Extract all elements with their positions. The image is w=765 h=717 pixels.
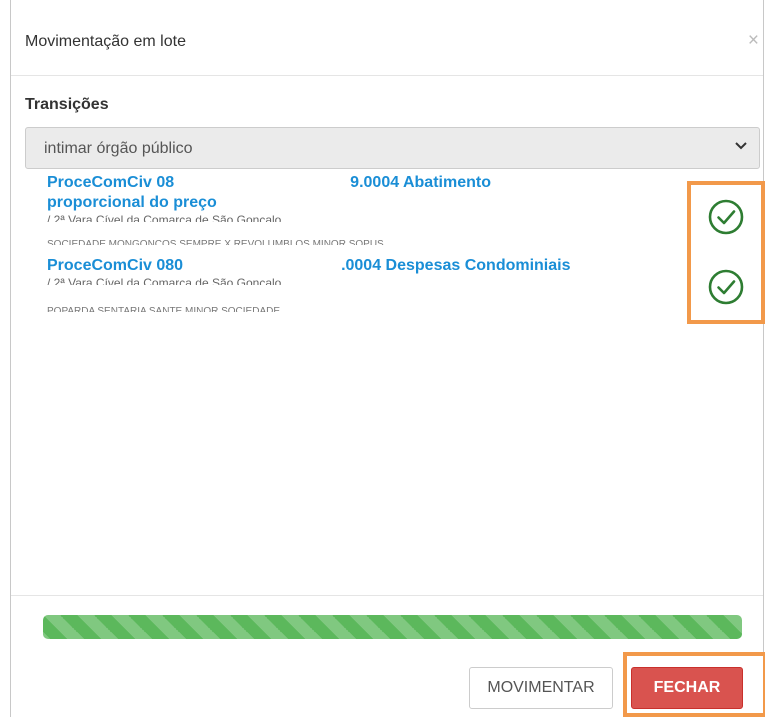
movimentar-button[interactable]: MOVIMENTAR xyxy=(469,667,613,709)
process-court: / 2ª Vara Cível da Comarca de São Gonçal… xyxy=(47,213,282,222)
transition-select-value: intimar órgão público xyxy=(44,140,193,157)
process-court: / 2ª Vara Cível da Comarca de São Gonçal… xyxy=(47,276,282,285)
process-subject-continued[interactable]: proporcional do preço xyxy=(47,193,491,213)
footer-divider xyxy=(11,595,763,596)
process-title-link[interactable]: ProceComCiv 08 9.0004 Abatimento xyxy=(47,173,491,193)
modal-title: Movimentação em lote xyxy=(25,33,186,50)
process-title-link[interactable]: ProceComCiv 080 .0004 Despesas Condominia… xyxy=(47,256,571,276)
process-subject: 9.0004 Abatimento xyxy=(350,174,491,191)
process-item: ProceComCiv 080 .0004 Despesas Condominia… xyxy=(47,256,571,285)
check-circle-icon xyxy=(708,269,744,305)
check-circle-icon xyxy=(708,199,744,235)
fechar-button[interactable]: FECHAR xyxy=(631,667,743,709)
status-highlight-frame xyxy=(687,181,765,324)
transition-select[interactable]: intimar órgão público xyxy=(25,127,760,169)
transitions-label: Transições xyxy=(25,96,109,113)
batch-movement-modal: Movimentação em lote × Transições intima… xyxy=(10,0,765,717)
process-number: ProceComCiv 08 xyxy=(47,174,175,191)
progress-bar xyxy=(43,615,742,639)
modal-header: Movimentação em lote × xyxy=(11,0,763,76)
process-parties: SOCIEDADE MONGONCOS SEMPRE X REVOLUMBLOS… xyxy=(47,240,384,245)
process-parties: POPARDA SENTARIA SANTE MINOR SOCIEDADE xyxy=(47,307,280,312)
close-icon[interactable]: × xyxy=(748,30,759,52)
process-number: ProceComCiv 080 xyxy=(47,257,184,274)
process-subject: .0004 Despesas Condominiais xyxy=(341,257,571,274)
process-item: ProceComCiv 08 9.0004 Abatimento proporci… xyxy=(47,173,491,222)
chevron-down-icon xyxy=(735,142,747,150)
